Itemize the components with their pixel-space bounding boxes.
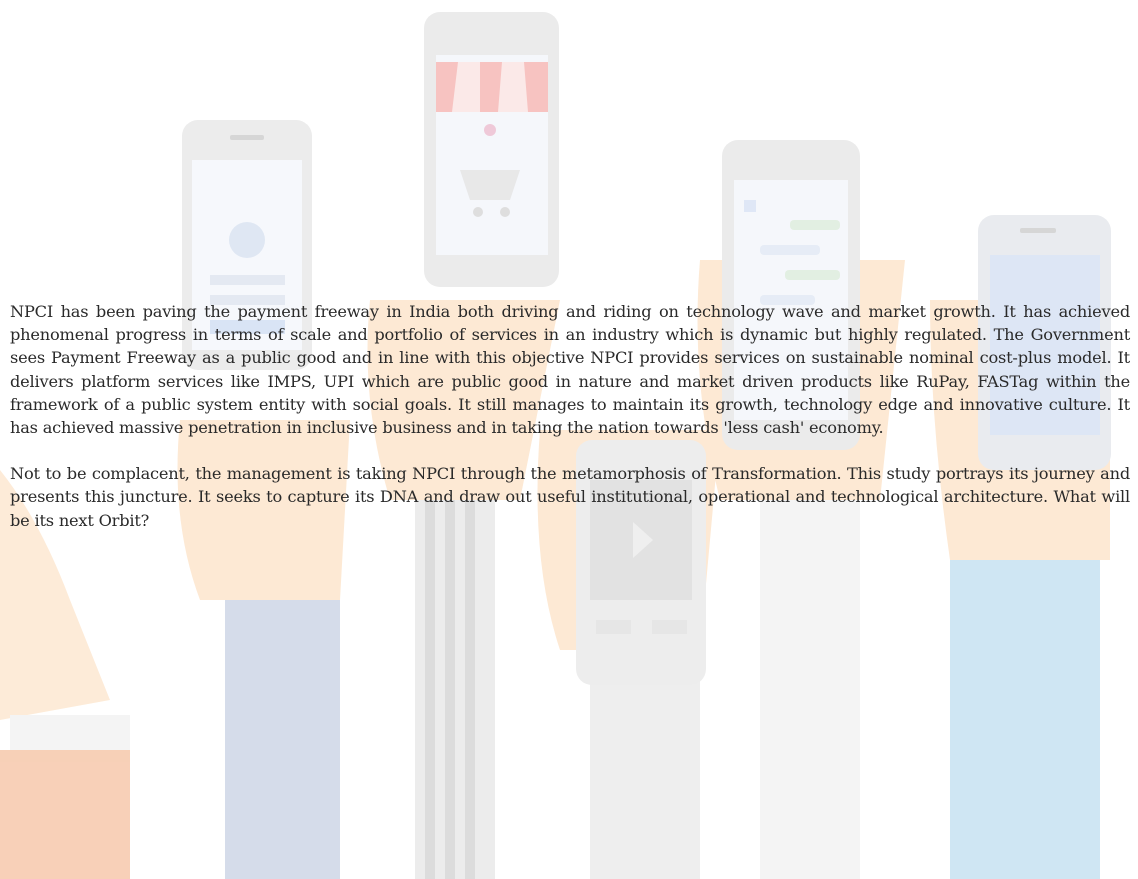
document-body: NPCI has been paving the payment freeway… <box>10 300 1130 555</box>
paragraph-transformation: Not to be complacent, the management is … <box>10 464 1130 530</box>
paragraph-intro: NPCI has been paving the payment freeway… <box>10 302 1130 438</box>
